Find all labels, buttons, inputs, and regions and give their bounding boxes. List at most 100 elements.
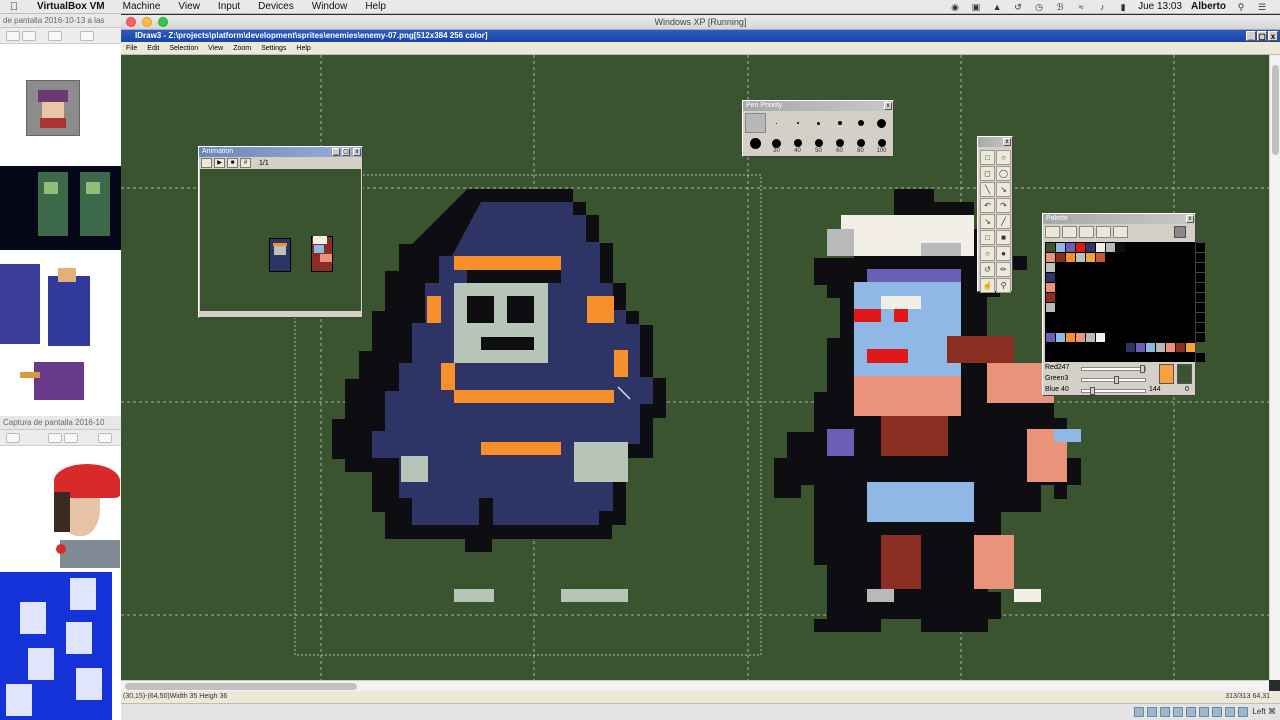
zoom-icon[interactable]: ⚲ <box>996 278 1011 293</box>
palette-swatch[interactable] <box>1086 303 1095 312</box>
palette-swatch[interactable] <box>1076 343 1085 352</box>
palette-swatch[interactable] <box>1186 273 1195 282</box>
palette-swatch[interactable] <box>1066 333 1075 342</box>
palette-swatch[interactable] <box>1166 343 1175 352</box>
menu-clock[interactable]: Jue 13:03 <box>1138 1 1182 12</box>
palette-swatch[interactable] <box>1146 323 1155 332</box>
rect-select-icon[interactable]: □ <box>980 150 995 165</box>
palette-swatch[interactable] <box>1116 303 1125 312</box>
chevron-down-icon[interactable] <box>64 433 78 443</box>
palette-swatch[interactable] <box>1186 263 1195 272</box>
fill-icon[interactable]: ↘ <box>996 182 1011 197</box>
palette-swatch[interactable] <box>1146 273 1155 282</box>
pen-size-2[interactable] <box>766 113 787 133</box>
palette-swatch[interactable] <box>1166 273 1175 282</box>
palette-swatch[interactable] <box>1096 353 1105 362</box>
usb-icon[interactable] <box>1160 707 1170 717</box>
palette-swatch[interactable] <box>1086 313 1095 322</box>
palette-swatch[interactable] <box>1146 253 1155 262</box>
palette-swatch[interactable] <box>1046 293 1055 302</box>
animation-window[interactable]: Animation _ ▢ x ▶ ■ # 1/1 <box>198 146 363 318</box>
selected-color-swatch[interactable] <box>1159 364 1174 384</box>
menu-machine[interactable]: Machine <box>114 1 170 12</box>
frames-grid-icon[interactable]: # <box>240 158 251 168</box>
palette-swatch[interactable] <box>1136 323 1145 332</box>
palette-swatch[interactable] <box>1136 243 1145 252</box>
palette-swatch[interactable] <box>1046 283 1055 292</box>
line-icon[interactable]: ╲ <box>980 182 995 197</box>
upload-icon[interactable]: ▲ <box>991 2 1003 12</box>
palette-swatch[interactable] <box>1046 323 1055 332</box>
palette-swatch[interactable] <box>1066 273 1075 282</box>
palette-swatch[interactable] <box>1196 343 1205 352</box>
palette-swatch[interactable] <box>1146 333 1155 342</box>
palette-swatch[interactable] <box>1146 313 1155 322</box>
pen-size-80[interactable]: 80 <box>850 133 871 154</box>
close-icon[interactable]: x <box>1003 138 1011 146</box>
curve-icon[interactable]: ↶ <box>980 198 995 213</box>
palette-swatch[interactable] <box>1106 283 1115 292</box>
filled-rect-icon[interactable]: ■ <box>996 230 1011 245</box>
palette-swatch[interactable] <box>1086 253 1095 262</box>
thumbnail-red-hat[interactable] <box>40 458 121 568</box>
palette-swatch[interactable] <box>1146 293 1155 302</box>
palette-swatch[interactable] <box>1166 243 1175 252</box>
palette-swatch[interactable] <box>1126 303 1135 312</box>
cpu-icon[interactable] <box>1225 707 1235 717</box>
palette-swatch[interactable] <box>1186 333 1195 342</box>
palette-swatch[interactable] <box>1106 253 1115 262</box>
palette-swatch[interactable] <box>1106 343 1115 352</box>
palette-swatch[interactable] <box>1046 343 1055 352</box>
minimize-icon[interactable] <box>142 17 152 27</box>
edit-icon[interactable] <box>48 433 62 443</box>
palette-swatch[interactable] <box>1186 253 1195 262</box>
palette-swatch[interactable] <box>1156 273 1165 282</box>
palette-swatch[interactable] <box>1076 283 1085 292</box>
pencil-icon[interactable]: ↘ <box>980 214 995 229</box>
palette-swatch[interactable] <box>1136 293 1145 302</box>
share-icon[interactable] <box>80 31 94 41</box>
palette-swatch[interactable] <box>1176 283 1185 292</box>
palette-swatch[interactable] <box>1106 333 1115 342</box>
play-icon[interactable]: ▶ <box>214 158 225 168</box>
palette-swatch[interactable] <box>1096 263 1105 272</box>
palette-load-icon[interactable] <box>1045 226 1060 238</box>
palette-swatch[interactable] <box>1076 303 1085 312</box>
animation-title-bar[interactable]: Animation _ ▢ x <box>199 147 362 157</box>
palette-swatch[interactable] <box>1186 323 1195 332</box>
palette-swatch[interactable] <box>1196 263 1205 272</box>
palette-swatch[interactable] <box>1076 263 1085 272</box>
palette-swatch[interactable] <box>1086 343 1095 352</box>
palette-swatch[interactable] <box>1096 283 1105 292</box>
palette-swatch[interactable] <box>1176 323 1185 332</box>
pen-title-bar[interactable]: Pen Priority x <box>743 101 893 111</box>
clock-icon[interactable]: ◷ <box>1033 2 1045 12</box>
restore-icon[interactable]: ▢ <box>1257 31 1267 41</box>
palette-swatch[interactable] <box>1166 353 1175 362</box>
vertical-scroll-thumb[interactable] <box>1272 65 1279 155</box>
apple-icon[interactable]:  <box>0 1 28 13</box>
palette-swatch[interactable] <box>1056 323 1065 332</box>
palette-swatch[interactable] <box>1056 333 1065 342</box>
pause-icon[interactable]: ■ <box>227 158 238 168</box>
close-icon[interactable]: x <box>353 148 361 156</box>
wifi-icon[interactable]: ≈ <box>1075 2 1087 12</box>
palette-swatch[interactable] <box>1116 323 1125 332</box>
timemachine-icon[interactable]: ↺ <box>1012 2 1024 12</box>
pen-size-6[interactable] <box>850 113 871 133</box>
palette-swatch[interactable] <box>1196 333 1205 342</box>
palette-swatch[interactable] <box>1196 283 1205 292</box>
palette-swatch[interactable] <box>1156 263 1165 272</box>
palette-swatch[interactable] <box>1126 243 1135 252</box>
restore-icon[interactable]: ▢ <box>342 148 350 156</box>
menu-devices[interactable]: Devices <box>249 1 303 12</box>
close-icon[interactable]: x <box>1186 215 1194 223</box>
lasso-icon[interactable]: ◻ <box>980 166 995 181</box>
menu-user[interactable]: Alberto <box>1191 1 1226 12</box>
menu-input[interactable]: Input <box>209 1 249 12</box>
pen-size-40[interactable]: 40 <box>787 133 808 154</box>
palette-swatch[interactable] <box>1116 253 1125 262</box>
palette-swatch[interactable] <box>1056 313 1065 322</box>
palette-paste-icon[interactable] <box>1096 226 1111 238</box>
palette-swatch[interactable] <box>1076 293 1085 302</box>
